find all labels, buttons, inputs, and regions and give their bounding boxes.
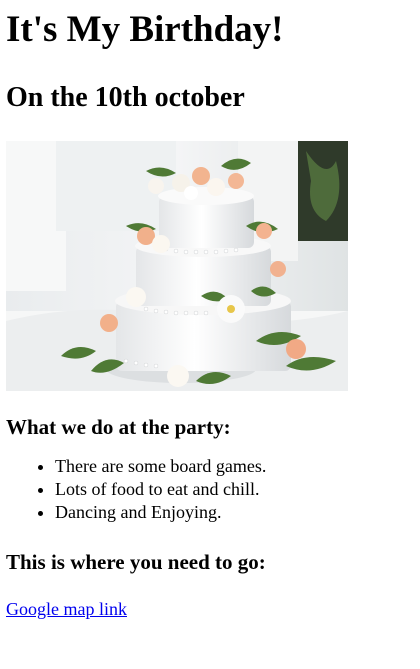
activities-list: There are some board games. Lots of food… bbox=[6, 455, 414, 524]
list-item: Lots of food to eat and chill. bbox=[55, 478, 414, 501]
page-subtitle: On the 10th october bbox=[6, 82, 245, 113]
list-item: Dancing and Enjoying. bbox=[55, 501, 414, 524]
google-map-link[interactable]: Google map link bbox=[6, 598, 127, 620]
location-heading: This is where you need to go: bbox=[6, 550, 266, 574]
page-title: It's My Birthday! bbox=[6, 9, 284, 50]
birthday-cake-photo-icon bbox=[6, 141, 348, 391]
page-content: It's My Birthday! On the 10th october Wh… bbox=[0, 8, 420, 620]
cake-image bbox=[6, 141, 348, 391]
party-heading: What we do at the party: bbox=[6, 415, 231, 439]
list-item: There are some board games. bbox=[55, 455, 414, 478]
